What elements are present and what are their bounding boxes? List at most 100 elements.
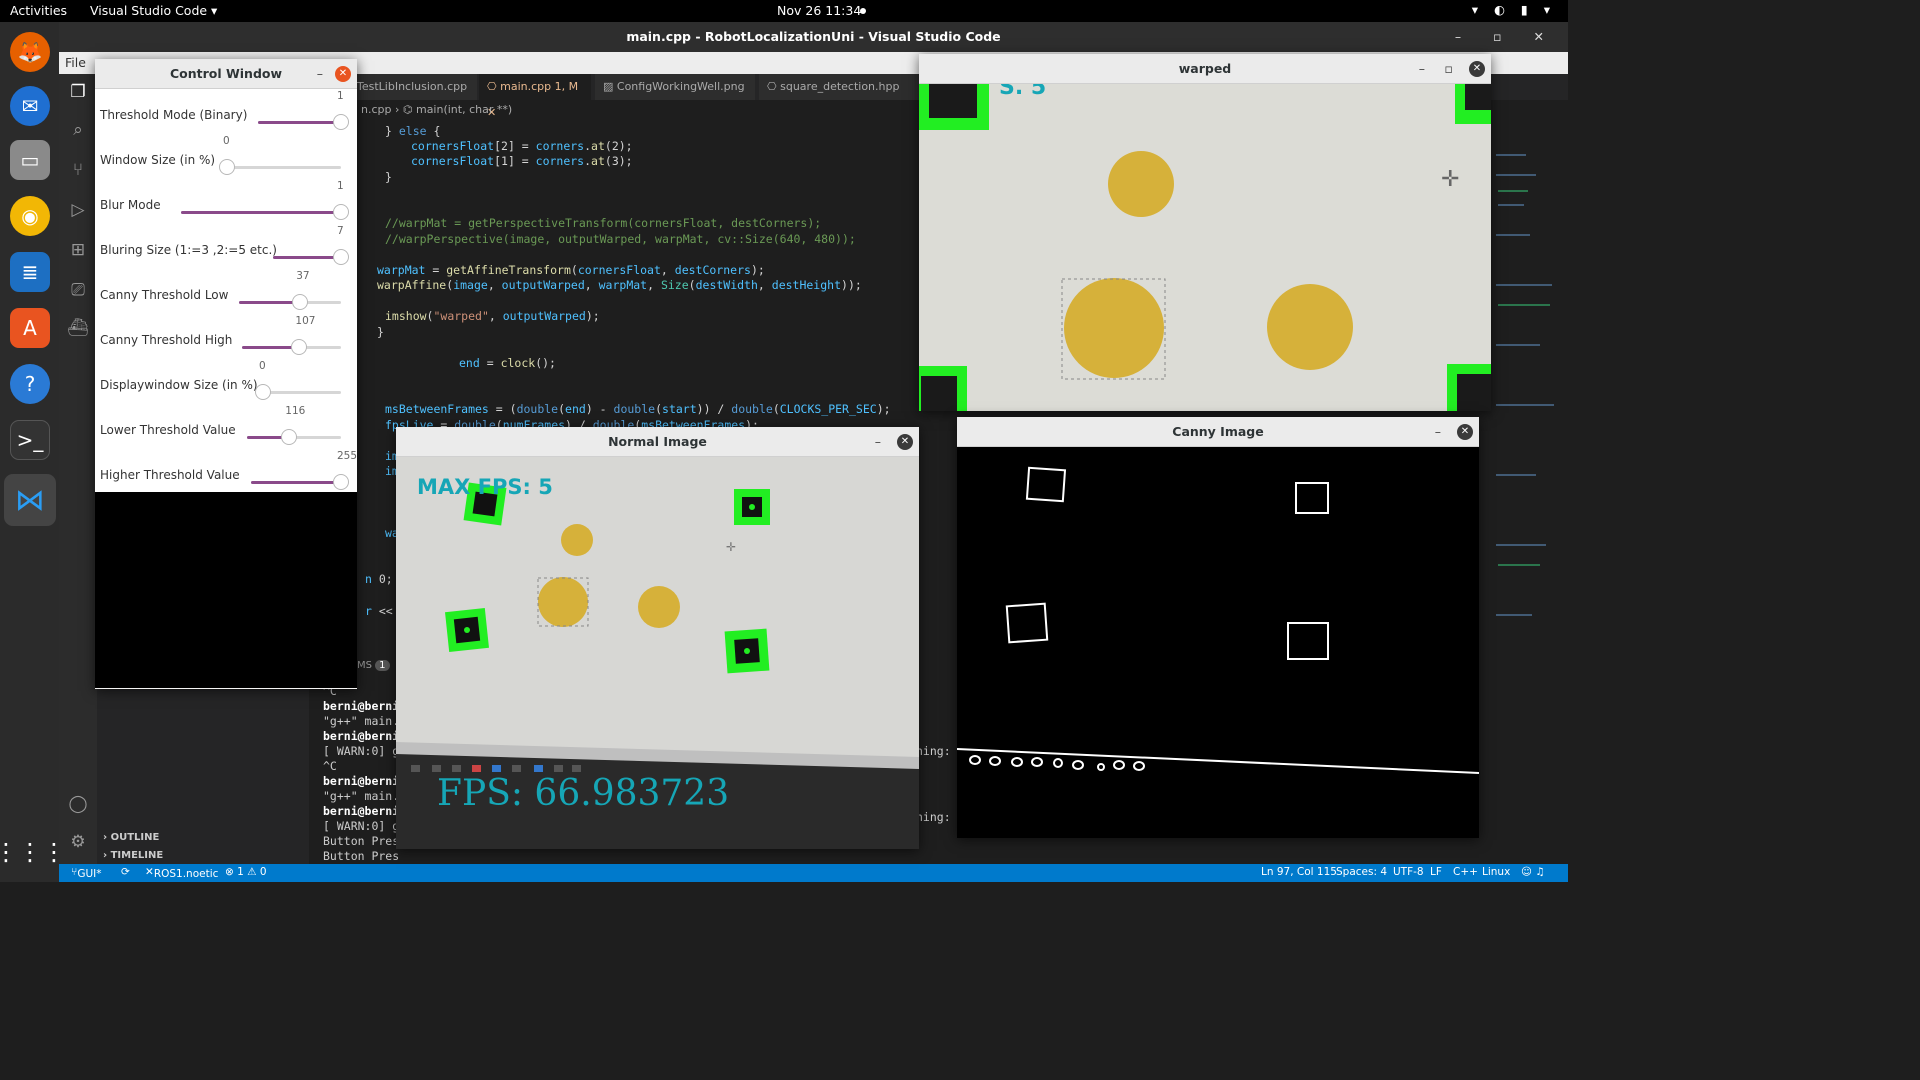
- slider-fill: [258, 121, 341, 124]
- slider-track[interactable]: [251, 474, 349, 490]
- extensions-icon[interactable]: ⊞: [67, 240, 89, 262]
- software-icon[interactable]: A: [10, 308, 50, 348]
- vscode-icon[interactable]: ⋈: [4, 474, 56, 526]
- canny-image-window: Canny Image – ✕: [957, 417, 1479, 838]
- slider-label: Bluring Size (1:=3 ,2:=5 etc.): [100, 243, 277, 257]
- slider-knob[interactable]: [333, 204, 349, 220]
- minimize-button[interactable]: –: [1435, 417, 1441, 447]
- status-bar: ⑂ GUI* ⟳ ✕ ROS1.noetic ⊗ 1 ⚠ 0 Ln 97, Co…: [59, 864, 1568, 882]
- menu-file[interactable]: File: [65, 55, 86, 70]
- slider-track[interactable]: [258, 114, 349, 130]
- slider-fill: [239, 301, 301, 304]
- svg-text:✛: ✛: [1441, 167, 1459, 192]
- normal-image-canvas: ✛ MAX FPS: 5 FPS: 66.983723: [396, 457, 919, 849]
- tab-square-detection[interactable]: ⎔ square_detection.hpp: [759, 74, 919, 100]
- os-indicator[interactable]: Linux: [1482, 866, 1510, 878]
- control-window-title-bar: Control Window – ✕: [95, 59, 357, 89]
- firefox-icon[interactable]: 🦊: [10, 32, 50, 72]
- terminal-right-text-2: ning:: [916, 810, 951, 824]
- slider-track[interactable]: [255, 384, 341, 400]
- normal-image-window: Normal Image – ✕ ✛ MAX FPS: 5 FPS: 66.98…: [396, 427, 919, 849]
- run-debug-icon[interactable]: ▷: [67, 200, 89, 222]
- window-controls[interactable]: – ▫ ✕: [1455, 22, 1558, 52]
- indentation[interactable]: Spaces: 4: [1336, 866, 1387, 878]
- cursor-position[interactable]: Ln 97, Col 115: [1261, 866, 1337, 878]
- docker-icon[interactable]: ⛴: [67, 318, 89, 340]
- slider-track[interactable]: [273, 249, 349, 265]
- eol[interactable]: LF: [1430, 866, 1442, 878]
- slider-label: Blur Mode: [100, 198, 161, 212]
- notification-dot: [860, 8, 866, 14]
- feedback-icon[interactable]: ☺ ♫: [1521, 866, 1545, 878]
- problems-indicator[interactable]: ⊗ 1 ⚠ 0: [225, 866, 267, 878]
- slider-knob[interactable]: [291, 339, 308, 355]
- slider-knob[interactable]: [281, 429, 298, 445]
- search-icon[interactable]: ⌕: [67, 120, 89, 142]
- slider-knob[interactable]: [333, 249, 349, 265]
- slider-label: Lower Threshold Value: [100, 423, 236, 437]
- minimize-button[interactable]: –: [1419, 54, 1425, 84]
- sync-icon[interactable]: ⟳: [121, 866, 130, 878]
- slider-knob[interactable]: [333, 114, 349, 130]
- minimap[interactable]: [1494, 144, 1558, 664]
- slider-fill: [251, 481, 341, 484]
- warped-title-bar: warped ▫ – ✕: [919, 54, 1491, 84]
- apps-grid-icon[interactable]: ⋮⋮⋮: [0, 832, 66, 872]
- vscode-title-bar: main.cpp - RobotLocalizationUni - Visual…: [59, 22, 1568, 52]
- slider-track[interactable]: [239, 294, 341, 310]
- language-mode[interactable]: C++: [1453, 866, 1478, 878]
- slider-value: 7: [337, 225, 344, 237]
- encoding[interactable]: UTF-8: [1393, 866, 1424, 878]
- tab-main-cpp[interactable]: ⎔ main.cpp 1, M ✕: [479, 74, 591, 119]
- slider-knob[interactable]: [333, 474, 349, 490]
- slider-value: 1: [337, 90, 344, 102]
- problems-tab[interactable]: MS 1: [357, 660, 390, 671]
- slider-label: Threshold Mode (Binary): [100, 108, 248, 122]
- minimize-button[interactable]: –: [317, 59, 323, 89]
- slider-knob[interactable]: [219, 159, 235, 175]
- close-button[interactable]: ✕: [897, 434, 913, 450]
- help-icon[interactable]: ?: [10, 364, 50, 404]
- close-button[interactable]: ✕: [335, 66, 351, 82]
- files-icon[interactable]: ▭: [10, 140, 50, 180]
- account-icon[interactable]: ◯: [67, 794, 89, 816]
- warped-window: warped ▫ – ✕ S. 5 ✛: [919, 54, 1491, 411]
- canny-title-bar: Canny Image – ✕: [957, 417, 1479, 447]
- slider-value: 116: [285, 405, 306, 417]
- slider-row: 7 Bluring Size (1:=3 ,2:=5 etc.): [95, 225, 357, 273]
- tab-testlibinclusion[interactable]: TestLibInclusion.cpp: [349, 74, 477, 100]
- timeline-section[interactable]: › TIMELINE: [103, 850, 163, 861]
- minimize-button[interactable]: –: [875, 427, 881, 457]
- slider-knob[interactable]: [292, 294, 309, 310]
- close-button[interactable]: ✕: [1457, 424, 1473, 440]
- activities-button[interactable]: Activities: [10, 3, 67, 18]
- close-button[interactable]: ✕: [1469, 61, 1485, 77]
- branch-indicator[interactable]: ⑂ GUI*: [71, 866, 101, 880]
- slider-track[interactable]: [219, 159, 341, 175]
- thunderbird-icon[interactable]: ✉: [10, 86, 50, 126]
- slider-track[interactable]: [242, 339, 341, 355]
- slider-value: 1: [337, 180, 344, 192]
- maximize-button[interactable]: ▫: [1445, 54, 1453, 84]
- slider-value: 0: [223, 135, 230, 147]
- slider-track[interactable]: [247, 429, 341, 445]
- tab-configworkingwell[interactable]: ▨ ConfigWorkingWell.png: [595, 74, 755, 100]
- writer-icon[interactable]: ≣: [10, 252, 50, 292]
- slider-row: 37 Canny Threshold Low: [95, 270, 357, 318]
- settings-gear-icon[interactable]: ⚙: [67, 832, 89, 854]
- clock[interactable]: Nov 26 11:34: [777, 3, 861, 18]
- terminal-icon[interactable]: >_: [10, 420, 50, 460]
- source-control-icon[interactable]: ⑂: [67, 160, 89, 182]
- slider-label: Higher Threshold Value: [100, 468, 240, 482]
- explorer-icon[interactable]: ❐: [67, 82, 89, 104]
- system-top-bar: Activities Visual Studio Code ▾ Nov 26 1…: [0, 0, 1568, 22]
- outline-section[interactable]: › OUTLINE: [103, 832, 159, 843]
- system-tray[interactable]: ▾ ◐ ▮ ▾: [1472, 2, 1556, 17]
- rhythmbox-icon[interactable]: ◉: [10, 196, 50, 236]
- app-menu[interactable]: Visual Studio Code ▾: [90, 3, 217, 18]
- ros-indicator[interactable]: ✕ ROS1.noetic: [145, 866, 218, 880]
- max-fps-overlay: MAX FPS: 5: [417, 475, 553, 499]
- slider-track[interactable]: [181, 204, 349, 220]
- slider-knob[interactable]: [255, 384, 271, 400]
- remote-explorer-icon[interactable]: ⎚: [67, 280, 89, 302]
